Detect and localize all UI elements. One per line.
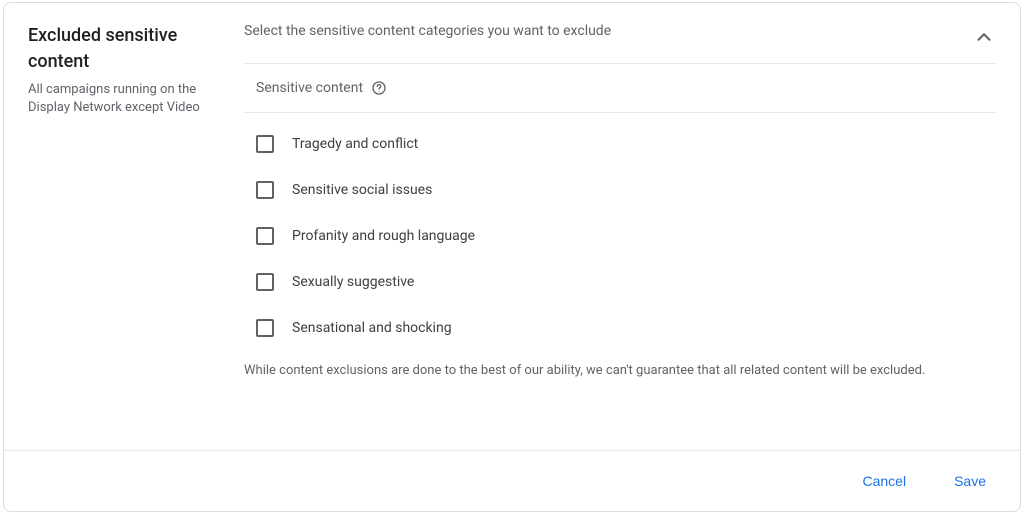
section-title: Excluded sensitive content	[28, 23, 238, 75]
checkbox-icon	[256, 227, 274, 245]
help-icon[interactable]	[371, 80, 387, 96]
option-label: Profanity and rough language	[292, 228, 475, 244]
option-sensitive-social-issues[interactable]: Sensitive social issues	[256, 167, 996, 213]
option-tragedy-and-conflict[interactable]: Tragedy and conflict	[256, 121, 996, 167]
panel-left-column: Excluded sensitive content All campaigns…	[28, 23, 238, 438]
group-header: Sensitive content	[244, 64, 996, 112]
checkbox-icon	[256, 135, 274, 153]
group-header-label: Sensitive content	[256, 80, 363, 96]
checkbox-icon	[256, 181, 274, 199]
option-label: Sensitive social issues	[292, 182, 432, 198]
panel-body: Excluded sensitive content All campaigns…	[4, 3, 1020, 450]
collapse-button[interactable]	[972, 25, 996, 49]
section-subtitle: All campaigns running on the Display Net…	[28, 81, 238, 117]
checkbox-icon	[256, 273, 274, 291]
option-sensational-and-shocking[interactable]: Sensational and shocking	[256, 305, 996, 351]
excluded-sensitive-content-panel: Excluded sensitive content All campaigns…	[3, 2, 1021, 512]
options-list: Tragedy and conflict Sensitive social is…	[244, 113, 996, 361]
instruction-text: Select the sensitive content categories …	[244, 23, 996, 39]
option-profanity-and-rough-language[interactable]: Profanity and rough language	[256, 213, 996, 259]
panel-right-column: Select the sensitive content categories …	[238, 23, 996, 438]
save-button[interactable]: Save	[946, 467, 994, 495]
chevron-up-icon	[973, 26, 995, 48]
option-label: Sexually suggestive	[292, 274, 414, 290]
option-label: Sensational and shocking	[292, 320, 452, 336]
option-label: Tragedy and conflict	[292, 136, 418, 152]
checkbox-icon	[256, 319, 274, 337]
option-sexually-suggestive[interactable]: Sexually suggestive	[256, 259, 996, 305]
cancel-button[interactable]: Cancel	[854, 467, 914, 495]
panel-footer: Cancel Save	[4, 450, 1020, 511]
disclaimer-text: While content exclusions are done to the…	[244, 361, 996, 389]
